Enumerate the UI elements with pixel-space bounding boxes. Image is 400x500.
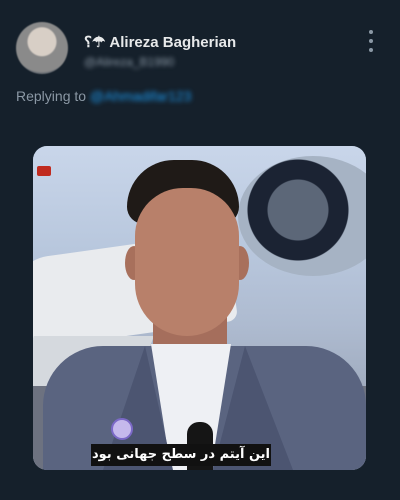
name-prefix-symbols: ⸮☂ xyxy=(84,34,106,51)
author-handle[interactable]: @Alireza_B1990 xyxy=(84,55,174,69)
more-vertical-icon[interactable] xyxy=(363,30,379,52)
reporter-figure xyxy=(33,146,366,470)
author-name-row[interactable]: ⸮☂ Alireza Bagherian xyxy=(84,33,236,52)
video-subtitle: این آیتم در سطح جهانی بود xyxy=(91,444,271,466)
display-name[interactable]: Alireza Bagherian xyxy=(109,34,236,51)
replying-to-label: Replying to xyxy=(16,88,87,104)
tweet-media-image[interactable]: این آیتم در سطح جهانی بود xyxy=(33,146,366,470)
tweet-header: ⸮☂ Alireza Bagherian @Alireza_B1990 Repl… xyxy=(0,0,400,120)
reporter-face xyxy=(135,188,239,336)
avatar[interactable] xyxy=(16,22,68,74)
channel-logo-icon xyxy=(111,418,133,440)
replying-to-line: Replying to @Ahmadifar123 xyxy=(16,88,191,104)
replying-to-handle[interactable]: @Ahmadifar123 xyxy=(90,88,191,104)
